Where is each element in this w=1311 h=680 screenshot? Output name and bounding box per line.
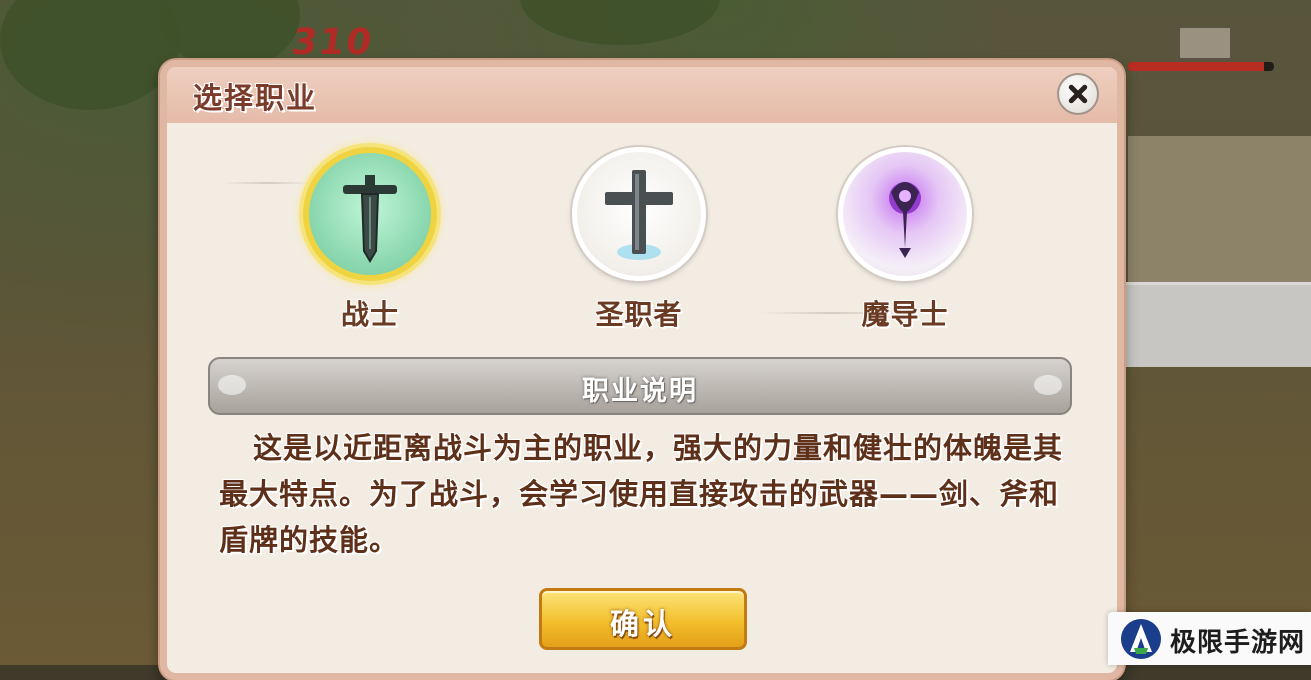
sword-icon xyxy=(343,175,397,263)
background-structure-band xyxy=(1126,282,1311,367)
site-logo-icon xyxy=(1121,619,1161,659)
mage-class-circle[interactable] xyxy=(838,147,972,281)
description-header: 职业说明 xyxy=(208,357,1072,415)
background-tree xyxy=(520,0,720,45)
divider-line xyxy=(222,182,312,184)
confirm-button[interactable]: 确认 xyxy=(539,588,747,650)
class-description-text: 这是以近距离战斗为主的职业，强大的力量和健壮的体魄是其最大特点。为了战斗，会学习… xyxy=(219,431,1064,557)
magic-staff-icon xyxy=(889,182,921,258)
cleric-class-circle[interactable] xyxy=(572,147,706,281)
description-title: 职业说明 xyxy=(582,376,698,407)
warrior-class-circle[interactable] xyxy=(303,147,437,281)
class-select-dialog: 选择职业 战士 圣职者 魔导士 职业说明 这是以近距离战斗为主的职业，强大的力量… xyxy=(160,60,1124,680)
hud-health-bar-fill xyxy=(1128,62,1264,71)
class-option-cleric[interactable]: 圣职者 xyxy=(569,147,709,333)
background-tree xyxy=(0,0,180,110)
class-label-cleric: 圣职者 xyxy=(595,298,683,331)
confirm-button-label: 确认 xyxy=(609,607,676,641)
class-label-mage: 魔导士 xyxy=(861,298,949,331)
watermark-text: 极限手游网 xyxy=(1170,628,1306,658)
hud-damage-number: 310 xyxy=(289,22,377,63)
holy-cross-icon xyxy=(605,170,673,260)
close-button[interactable] xyxy=(1057,73,1099,115)
dialog-titlebar: 选择职业 xyxy=(167,67,1117,123)
class-option-mage[interactable]: 魔导士 xyxy=(835,147,975,333)
class-label-warrior: 战士 xyxy=(340,298,399,331)
class-option-warrior[interactable]: 战士 xyxy=(300,147,440,333)
site-watermark: 极限手游网 xyxy=(1108,612,1311,665)
dialog-title: 选择职业 xyxy=(193,81,318,115)
hud-health-bar xyxy=(1128,62,1274,71)
background-structure xyxy=(1128,136,1311,282)
book-icon[interactable] xyxy=(1178,26,1232,60)
